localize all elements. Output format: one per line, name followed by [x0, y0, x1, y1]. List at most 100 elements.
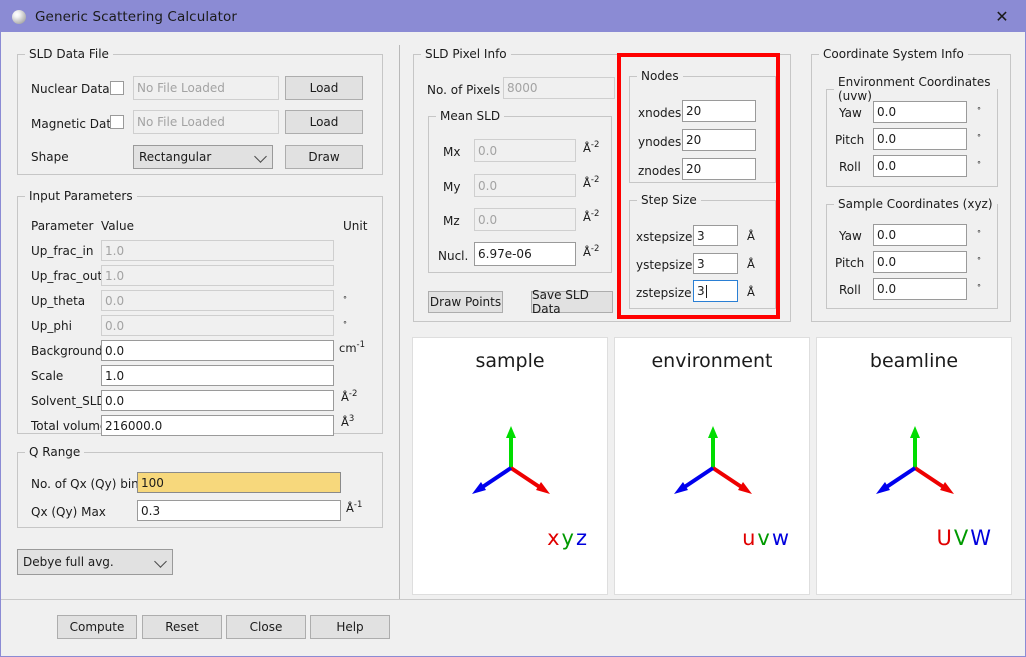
axis-label-2: V [954, 526, 970, 550]
shape-select-value: Rectangular [139, 150, 211, 164]
param-field-up-phi[interactable]: 0.0 [101, 315, 334, 336]
env-yaw-unit: ° [977, 106, 981, 115]
env-pitch-label: Pitch [835, 133, 864, 147]
save-sld-data-button[interactable]: Save SLD Data [531, 291, 613, 313]
mean-sld-unit-mx: Å-2 [583, 140, 599, 155]
env-pitch-input[interactable]: 0.0 [873, 128, 967, 150]
sample-yaw-label: Yaw [839, 229, 862, 243]
chevron-down-icon [154, 555, 167, 568]
magnetic-data-file-field[interactable]: No File Loaded [133, 110, 279, 134]
mean-sld-field-my[interactable]: 0.0 [474, 174, 576, 197]
sample-pitch-input[interactable]: 0.0 [873, 251, 967, 273]
sample-roll-unit: ° [977, 283, 981, 292]
plot-sample[interactable]: sample xyz [412, 337, 608, 595]
mean-sld-field-mx[interactable]: 0.0 [474, 139, 576, 162]
sld-data-file-legend: SLD Data File [25, 47, 113, 61]
param-field-background[interactable]: 0.0 [101, 340, 334, 361]
sample-pitch-label: Pitch [835, 256, 864, 270]
xnodes-input[interactable]: 20 [682, 100, 756, 122]
shape-draw-button[interactable]: Draw [285, 145, 363, 169]
title-bar: Generic Scattering Calculator ✕ [1, 1, 1025, 32]
zstepsize-input[interactable]: 3 [693, 280, 738, 302]
param-label-solvent-sld: Solvent_SLD [31, 394, 106, 408]
magnetic-load-button[interactable]: Load [285, 110, 363, 134]
znodes-label: znodes [638, 164, 681, 178]
q-range-legend: Q Range [25, 445, 84, 459]
axis-triad-icon-sample [413, 338, 609, 596]
ynodes-input[interactable]: 20 [682, 129, 756, 151]
param-unit-up-phi: ° [343, 320, 347, 329]
sld-pixel-info-legend: SLD Pixel Info [421, 47, 511, 61]
param-label-background: Background [31, 344, 103, 358]
shape-select[interactable]: Rectangular [133, 145, 273, 169]
no-of-pixels-field[interactable]: 8000 [503, 77, 615, 99]
param-label-up-frac-out: Up_frac_out [31, 269, 102, 283]
zstepsize-label: zstepsize [636, 286, 692, 300]
magnetic-data-checkbox[interactable] [110, 115, 124, 129]
env-roll-input[interactable]: 0.0 [873, 155, 967, 177]
help-button[interactable]: Help [310, 615, 390, 639]
nuclear-data-checkbox[interactable] [110, 81, 124, 95]
sample-roll-label: Roll [839, 283, 861, 297]
no-of-pixels-label: No. of Pixels [427, 83, 500, 97]
draw-points-button[interactable]: Draw Points [428, 291, 503, 313]
nuclear-data-file-field[interactable]: No File Loaded [133, 76, 279, 100]
env-pitch-unit: ° [977, 133, 981, 142]
sample-roll-input[interactable]: 0.0 [873, 278, 967, 300]
plot-environment[interactable]: environment uvw [614, 337, 810, 595]
param-field-up-frac-out[interactable]: 1.0 [101, 265, 334, 286]
mean-sld-label-mx: Mx [443, 145, 460, 159]
param-field-scale[interactable]: 1.0 [101, 365, 334, 386]
mean-sld-unit-nucl: Å-2 [583, 244, 599, 259]
xstepsize-unit: Å [747, 229, 755, 243]
col-parameter-header: Parameter [31, 219, 93, 233]
param-field-up-frac-in[interactable]: 1.0 [101, 240, 334, 261]
coordinate-system-info-legend: Coordinate System Info [819, 47, 968, 61]
mean-sld-field-mz[interactable]: 0.0 [474, 208, 576, 231]
averaging-select[interactable]: Debye full avg. [17, 549, 173, 575]
window-title: Generic Scattering Calculator [35, 9, 237, 25]
app-circle-icon [12, 10, 26, 24]
mean-sld-field-nucl[interactable]: 6.97e-06 [474, 242, 576, 266]
sample-yaw-input[interactable]: 0.0 [873, 224, 967, 246]
env-roll-unit: ° [977, 160, 981, 169]
sample-pitch-unit: ° [977, 256, 981, 265]
axis-label-3: w [772, 526, 791, 550]
param-unit-total-volume: Å3 [341, 414, 354, 429]
mean-sld-label-mz: Mz [443, 214, 460, 228]
nuclear-load-button[interactable]: Load [285, 76, 363, 100]
axis-label-1: u [742, 526, 757, 550]
axis-label-3: z [576, 526, 589, 550]
qmax-unit: Å-1 [346, 500, 362, 515]
mean-sld-legend: Mean SLD [436, 109, 504, 123]
ystepsize-input[interactable]: 3 [693, 253, 738, 274]
app-window: Generic Scattering Calculator ✕ SLD Data… [0, 0, 1026, 657]
plot-sample-axis-labels: xyz [547, 526, 589, 550]
input-parameters-legend: Input Parameters [25, 189, 137, 203]
col-value-header: Value [101, 219, 134, 233]
reset-button[interactable]: Reset [142, 615, 222, 639]
qmax-input[interactable]: 0.3 [137, 500, 341, 521]
plot-beamline[interactable]: beamline UVW [816, 337, 1012, 595]
param-field-solvent-sld[interactable]: 0.0 [101, 390, 334, 411]
close-button[interactable]: Close [226, 615, 306, 639]
magnetic-data-label: Magnetic Data [31, 117, 118, 131]
compute-button[interactable]: Compute [57, 615, 137, 639]
axis-label-3: W [970, 526, 993, 550]
averaging-select-value: Debye full avg. [23, 555, 114, 569]
qbins-input[interactable]: 100 [137, 472, 341, 493]
param-label-up-theta: Up_theta [31, 294, 85, 308]
param-unit-solvent-sld: Å-2 [341, 389, 357, 404]
axis-label-2: y [562, 526, 576, 550]
param-field-up-theta[interactable]: 0.0 [101, 290, 334, 311]
xstepsize-input[interactable]: 3 [693, 225, 738, 246]
param-label-total-volume: Total volume [31, 419, 107, 433]
sample-yaw-unit: ° [977, 229, 981, 238]
env-yaw-input[interactable]: 0.0 [873, 101, 967, 123]
znodes-input[interactable]: 20 [682, 158, 756, 180]
param-field-total-volume[interactable]: 216000.0 [101, 415, 334, 436]
close-icon[interactable]: ✕ [979, 1, 1025, 32]
zstepsize-unit: Å [747, 285, 755, 299]
zstepsize-input-value: 3 [697, 285, 705, 297]
axis-label-1: x [547, 526, 561, 550]
